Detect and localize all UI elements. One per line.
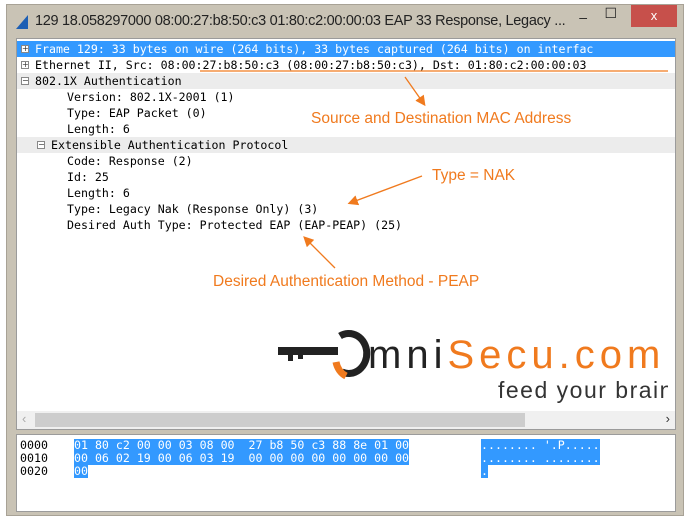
peap-annotation: Desired Authentication Method - PEAP	[213, 273, 480, 290]
key-logo-icon: mniSecu.com feed your brain	[278, 329, 672, 403]
omnisecu-logo: mniSecu.com feed your brain	[278, 328, 672, 408]
nak-arrow	[347, 175, 423, 206]
peap-arrow	[303, 236, 336, 269]
nak-annotation: Type = NAK	[432, 167, 516, 184]
svg-text:mniSecu.com: mniSecu.com	[368, 333, 665, 377]
annotation-arrows	[200, 70, 668, 269]
mac-arrow	[404, 76, 426, 107]
mac-annotation: Source and Destination MAC Address	[311, 110, 572, 127]
svg-text:feed your brain: feed your brain	[498, 377, 668, 403]
